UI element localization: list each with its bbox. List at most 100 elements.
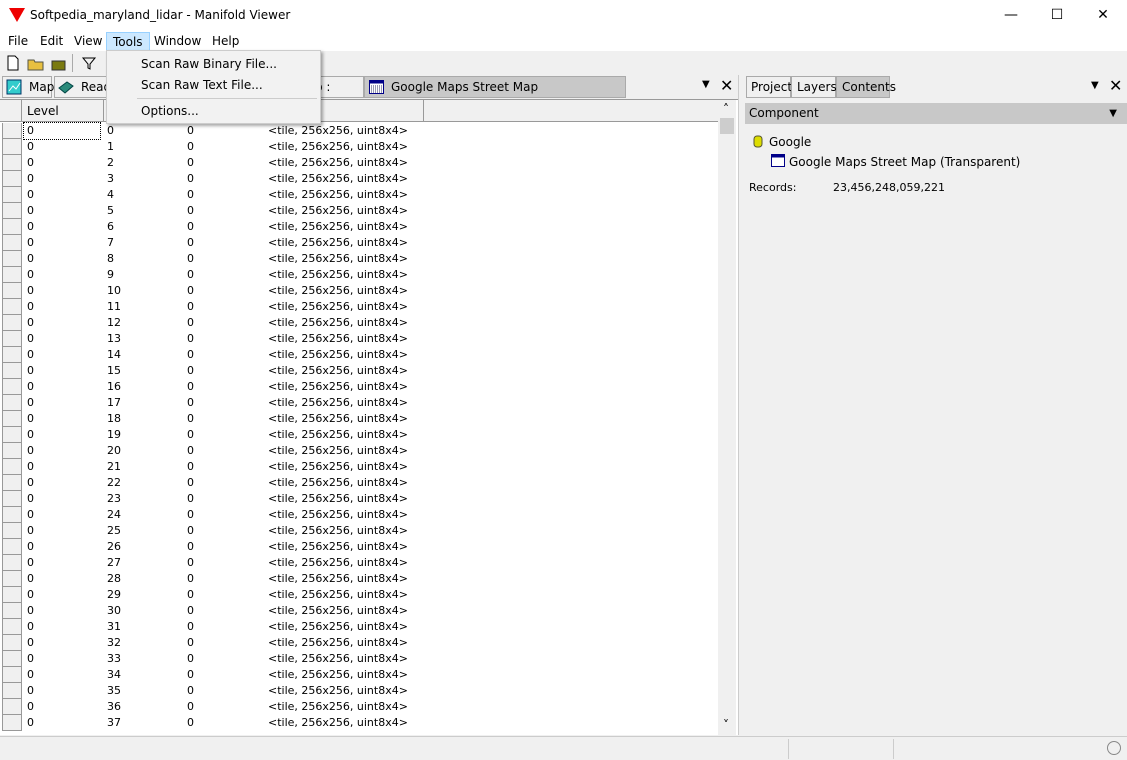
table-cell[interactable]: 0 [27,235,34,251]
table-row[interactable]: 0 25 0 <tile, 256x256, uint8x4> [0,523,424,539]
column-header-level[interactable]: Level [22,100,104,122]
row-header[interactable] [2,155,22,171]
table-row[interactable]: 0 2 0 <tile, 256x256, uint8x4> [0,155,424,171]
table-cell[interactable]: 0 [27,203,34,219]
table-cell[interactable]: <tile, 256x256, uint8x4> [268,299,408,315]
table-row[interactable]: 0 26 0 <tile, 256x256, uint8x4> [0,539,424,555]
table-cell[interactable]: <tile, 256x256, uint8x4> [268,683,408,699]
row-header[interactable] [2,203,22,219]
table-cell[interactable]: <tile, 256x256, uint8x4> [268,251,408,267]
table-cell[interactable]: 0 [187,123,194,139]
table-row[interactable]: 0 27 0 <tile, 256x256, uint8x4> [0,555,424,571]
table-cell[interactable]: 0 [27,635,34,651]
tab-list-dropdown[interactable]: ▼ [702,79,710,90]
table-cell[interactable]: 0 [27,267,34,283]
table-cell[interactable]: <tile, 256x256, uint8x4> [268,347,408,363]
table-cell[interactable]: 0 [27,683,34,699]
table-cell[interactable]: 0 [187,443,194,459]
table-cell[interactable]: 0 [27,379,34,395]
table-row[interactable]: 0 16 0 <tile, 256x256, uint8x4> [0,379,424,395]
table-cell[interactable]: 20 [107,443,121,459]
row-header[interactable] [2,123,22,139]
scroll-down-button[interactable]: ˅ [723,718,729,732]
table-cell[interactable]: 0 [187,507,194,523]
tree-item-google-maps-street-map[interactable]: Google Maps Street Map (Transparent) [789,155,1020,169]
table-cell[interactable]: <tile, 256x256, uint8x4> [268,139,408,155]
table-cell[interactable]: 31 [107,619,121,635]
table-cell[interactable]: 0 [27,395,34,411]
table-cell[interactable]: 8 [107,251,114,267]
row-header[interactable] [2,171,22,187]
row-header[interactable] [2,683,22,699]
table-cell[interactable]: 0 [27,619,34,635]
table-row[interactable]: 0 6 0 <tile, 256x256, uint8x4> [0,219,424,235]
table-cell[interactable]: <tile, 256x256, uint8x4> [268,379,408,395]
table-row[interactable]: 0 7 0 <tile, 256x256, uint8x4> [0,235,424,251]
open-data-icon[interactable] [50,54,68,72]
row-header[interactable] [2,299,22,315]
table-cell[interactable]: 0 [27,427,34,443]
table-row[interactable]: 0 11 0 <tile, 256x256, uint8x4> [0,299,424,315]
table-cell[interactable]: 0 [23,122,101,140]
table-cell[interactable]: 0 [187,539,194,555]
table-cell[interactable]: 0 [27,555,34,571]
table-cell[interactable]: 0 [187,283,194,299]
table-cell[interactable]: 12 [107,315,121,331]
table-cell[interactable]: <tile, 256x256, uint8x4> [268,187,408,203]
table-cell[interactable]: 0 [27,251,34,267]
table-cell[interactable]: <tile, 256x256, uint8x4> [268,491,408,507]
table-cell[interactable]: 4 [107,187,114,203]
table-cell[interactable]: 35 [107,683,121,699]
table-row[interactable]: 0 0 0 <tile, 256x256, uint8x4> [0,122,424,140]
table-cell[interactable]: <tile, 256x256, uint8x4> [268,651,408,667]
table-cell[interactable]: 0 [27,139,34,155]
menu-item-scan-raw-binary[interactable]: Scan Raw Binary File... [141,57,277,71]
scrollbar-thumb[interactable] [720,118,734,134]
table-cell[interactable]: 0 [27,363,34,379]
table-cell[interactable]: <tile, 256x256, uint8x4> [268,235,408,251]
menu-tools[interactable]: Tools [106,32,150,51]
row-header[interactable] [2,347,22,363]
table-cell[interactable]: <tile, 256x256, uint8x4> [268,459,408,475]
table-cell[interactable]: 0 [27,411,34,427]
vertical-scrollbar[interactable]: ˄ ˅ [718,100,736,735]
row-header[interactable] [2,219,22,235]
row-header[interactable] [2,283,22,299]
table-cell[interactable]: <tile, 256x256, uint8x4> [268,603,408,619]
row-header[interactable] [2,699,22,715]
table-cell[interactable]: <tile, 256x256, uint8x4> [268,219,408,235]
table-cell[interactable]: 0 [187,571,194,587]
table-cell[interactable]: 0 [27,603,34,619]
table-cell[interactable]: 0 [187,587,194,603]
table-row[interactable]: 0 28 0 <tile, 256x256, uint8x4> [0,571,424,587]
table-cell[interactable]: 0 [187,363,194,379]
row-header[interactable] [2,491,22,507]
row-header[interactable] [2,715,22,731]
maximize-button[interactable]: ☐ [1034,0,1080,31]
table-cell[interactable]: 0 [187,699,194,715]
component-selector[interactable]: Component ▼ [745,103,1127,124]
row-header[interactable] [2,619,22,635]
row-header[interactable] [2,667,22,683]
menu-item-scan-raw-text[interactable]: Scan Raw Text File... [141,78,263,92]
table-cell[interactable]: <tile, 256x256, uint8x4> [268,635,408,651]
row-header[interactable] [2,395,22,411]
row-header[interactable] [2,587,22,603]
table-cell[interactable]: <tile, 256x256, uint8x4> [268,427,408,443]
table-cell[interactable]: 17 [107,395,121,411]
filter-icon[interactable] [80,54,98,72]
table-cell[interactable]: 34 [107,667,121,683]
table-cell[interactable]: <tile, 256x256, uint8x4> [268,363,408,379]
row-header[interactable] [2,539,22,555]
tab-google-maps-street-map[interactable]: Google Maps Street Map (Transparent) : G… [364,76,626,114]
table-cell[interactable]: 0 [27,331,34,347]
table-cell[interactable]: 0 [27,459,34,475]
table-cell[interactable]: 5 [107,203,114,219]
row-header[interactable] [2,411,22,427]
table-cell[interactable]: 0 [187,715,194,731]
table-cell[interactable]: <tile, 256x256, uint8x4> [268,555,408,571]
panel-menu-dropdown[interactable]: ▼ [1091,80,1099,91]
table-cell[interactable]: 14 [107,347,121,363]
row-header[interactable] [2,475,22,491]
table-row[interactable]: 0 23 0 <tile, 256x256, uint8x4> [0,491,424,507]
